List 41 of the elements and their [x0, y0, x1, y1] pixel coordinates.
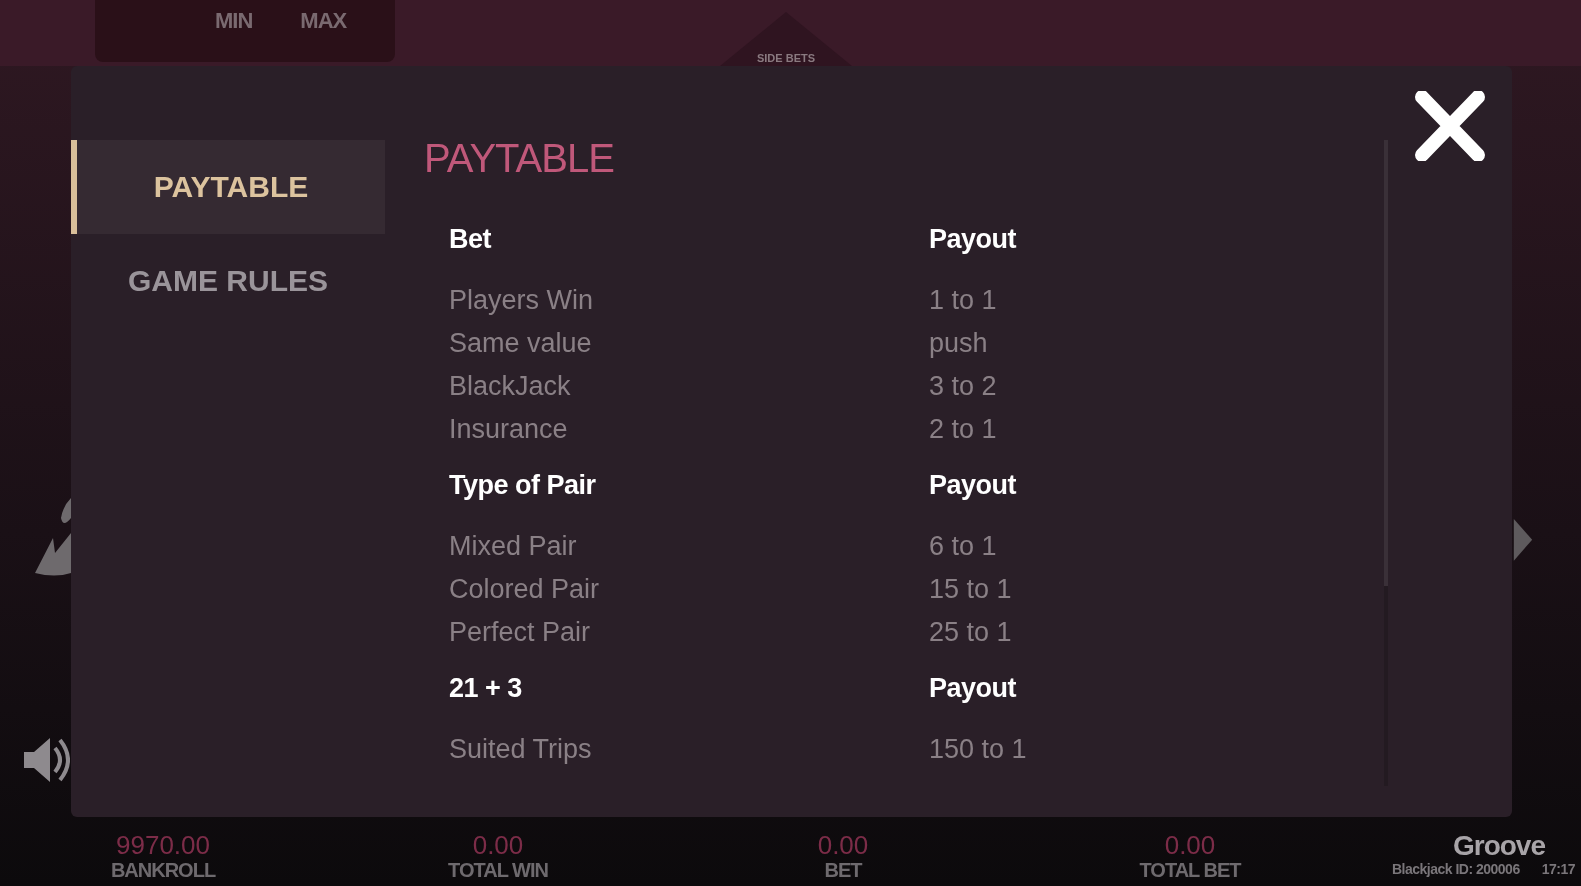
table-cell-text: Players Win — [449, 285, 595, 317]
table-cell-text: 1 to 1 — [929, 285, 998, 317]
table-cell-text: 150 to 1 — [929, 734, 1028, 766]
column-header: 21 + 3 — [449, 673, 523, 705]
brand-logo: Groove — [1452, 831, 1545, 861]
stat-value: 0.00 — [1164, 831, 1216, 859]
clock-time: 17:17 — [1541, 861, 1575, 877]
table-cell-text: Colored Pair — [449, 574, 601, 606]
table-cell-text: Suited Trips — [449, 734, 593, 766]
column-header: Payout — [929, 470, 1018, 502]
table-cell-text: BlackJack — [449, 371, 572, 403]
game-id: Blackjack ID: 200006 — [1391, 861, 1520, 877]
table-cell-text: Same value — [449, 328, 593, 360]
table-cell-text: Perfect Pair — [449, 617, 592, 649]
stat-value: 0.00 — [817, 831, 869, 859]
table-cell-text: 15 to 1 — [929, 574, 1013, 606]
stat-label: BANKROLL — [110, 859, 216, 881]
limit-label: MAX — [300, 8, 347, 34]
column-header: Payout — [929, 673, 1018, 705]
table-cell-text: push — [929, 328, 989, 360]
stat-label: TOTAL WIN — [448, 859, 548, 881]
section-title: PAYTABLE — [424, 136, 615, 182]
column-header: Payout — [929, 224, 1018, 256]
limit-label: MIN — [215, 8, 253, 34]
stat-value: 0.00 — [472, 831, 524, 859]
table-cell-text: Mixed Pair — [449, 531, 578, 563]
stat-label: TOTAL BET — [1139, 859, 1241, 881]
column-header: Bet — [449, 224, 493, 256]
close-button[interactable] — [1414, 91, 1486, 161]
stat-label: BET — [824, 859, 862, 881]
stat-value: 9970.00 — [116, 831, 210, 859]
table-cell-text: 25 to 1 — [929, 617, 1013, 649]
table-cell-text: Insurance — [449, 414, 569, 446]
table-cell-text: 3 to 2 — [929, 371, 998, 403]
table-cell-text: 2 to 1 — [929, 414, 998, 446]
side-bets-label: SIDE BETS — [756, 52, 816, 64]
speaker-icon[interactable] — [24, 738, 70, 782]
menu-tab[interactable]: GAME RULES — [71, 234, 385, 328]
menu-tab[interactable]: PAYTABLE — [71, 140, 385, 234]
table-cell-text: 6 to 1 — [929, 531, 998, 563]
column-header: Type of Pair — [449, 470, 597, 502]
